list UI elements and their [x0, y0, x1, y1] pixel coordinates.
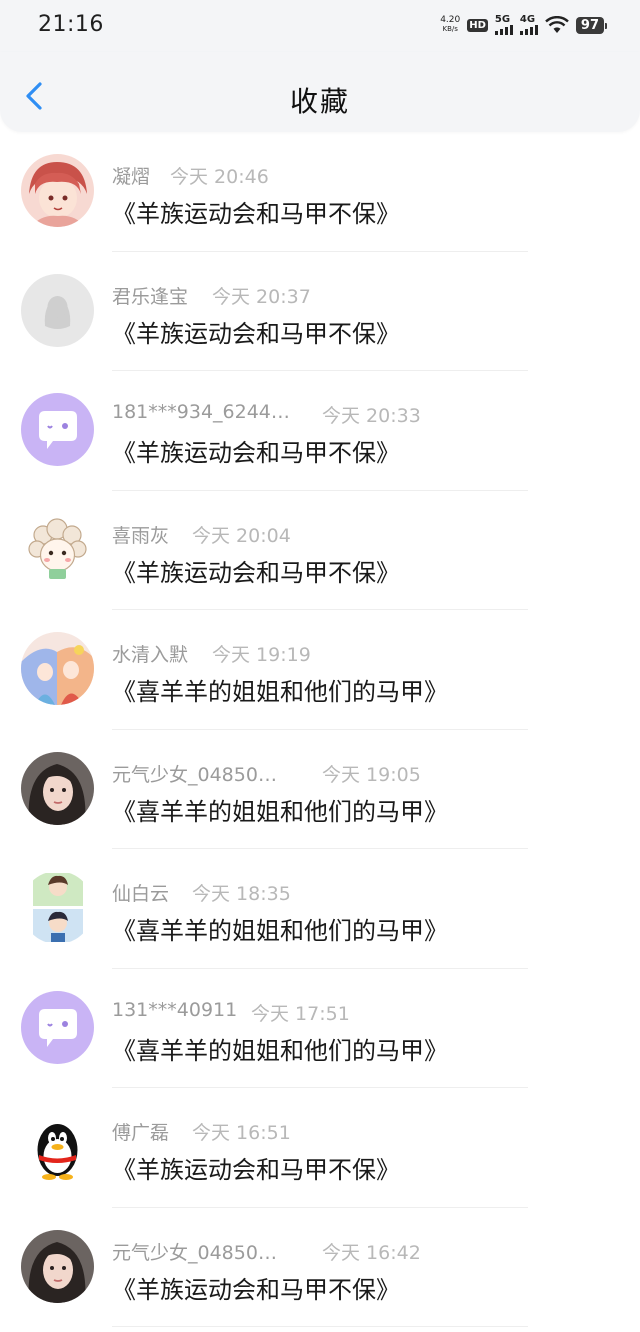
hd-icon: HD: [467, 18, 488, 32]
timestamp: 今天 17:51: [251, 1002, 350, 1025]
favorite-item[interactable]: 凝熠 今天 20:46 《羊族运动会和马甲不保》: [0, 132, 640, 252]
favorite-item[interactable]: 喜雨灰 今天 20:04 《羊族运动会和马甲不保》: [0, 491, 640, 610]
network-speed: 4.20 KB/s: [440, 16, 460, 34]
sender-name: 181***934_6244…: [112, 401, 290, 423]
signal-bars-icon: [494, 25, 513, 35]
favorite-content: 《羊族运动会和马甲不保》: [112, 200, 400, 228]
favorite-content: 《羊族运动会和马甲不保》: [112, 558, 400, 587]
network-speed-value: 4.20: [440, 15, 461, 25]
timestamp: 今天 19:05: [322, 763, 421, 786]
favorite-item[interactable]: 元气少女_04850… 今天 16:42 《羊族运动会和马甲不保》: [0, 1208, 640, 1327]
timestamp: 今天 19:19: [212, 644, 311, 666]
avatar[interactable]: [21, 154, 94, 227]
avatar[interactable]: [21, 990, 94, 1064]
favorite-item[interactable]: 仙白云 今天 18:35 《喜羊羊的姐姐和他们的马甲》: [0, 849, 640, 969]
favorite-item[interactable]: 元气少女_04850… 今天 19:05 《喜羊羊的姐姐和他们的马甲》: [0, 730, 640, 849]
favorite-content: 《羊族运动会和马甲不保》: [112, 1275, 400, 1304]
page-title: 收藏: [289, 85, 350, 118]
status-time: 21:16: [38, 12, 104, 37]
signal-4g-icon: 4G: [519, 14, 538, 35]
favorite-content: 《羊族运动会和马甲不保》: [112, 319, 400, 348]
header-bar: 收藏: [0, 52, 640, 132]
sender-name: 水清入默: [112, 644, 189, 666]
sender-name: 131***40911: [112, 998, 238, 1021]
avatar[interactable]: [21, 632, 94, 705]
divider: [112, 1326, 528, 1327]
sender-name: 喜雨灰: [112, 524, 170, 547]
sender-name: 凝熠: [112, 166, 151, 188]
sender-name: 傅广磊: [112, 1122, 170, 1144]
timestamp: 今天 18:35: [192, 883, 291, 905]
avatar[interactable]: [21, 1110, 94, 1183]
status-indicators: 4.20 KB/s HD 5G 4G 97: [440, 12, 608, 38]
signal-4g-label: 4G: [519, 14, 536, 25]
avatar[interactable]: [21, 751, 94, 825]
timestamp: 今天 20:46: [170, 166, 269, 188]
favorite-item[interactable]: 131***40911 今天 17:51 《喜羊羊的姐姐和他们的马甲》: [0, 969, 640, 1088]
favorite-content: 《喜羊羊的姐姐和他们的马甲》: [112, 678, 448, 706]
favorite-content: 《喜羊羊的姐姐和他们的马甲》: [112, 797, 448, 826]
timestamp: 今天 16:42: [322, 1241, 421, 1264]
timestamp: 今天 16:51: [192, 1122, 291, 1144]
wifi-icon: [545, 16, 569, 33]
timestamp: 今天 20:37: [212, 285, 311, 308]
status-bar: 21:16 4.20 KB/s HD 5G 4G 97: [0, 0, 640, 52]
sender-name: 元气少女_04850…: [112, 763, 277, 786]
signal-5g-label: 5G: [494, 14, 511, 25]
favorite-content: 《喜羊羊的姐姐和他们的马甲》: [112, 1036, 448, 1065]
sender-name: 仙白云: [112, 883, 170, 905]
avatar[interactable]: [21, 1229, 94, 1303]
favorite-item[interactable]: 傅广磊 今天 16:51 《羊族运动会和马甲不保》: [0, 1088, 640, 1208]
sender-name: 元气少女_04850…: [112, 1241, 277, 1264]
avatar[interactable]: [21, 393, 94, 466]
favorite-content: 《羊族运动会和马甲不保》: [112, 1156, 400, 1184]
signal-bars-icon: [519, 25, 538, 35]
favorite-item[interactable]: 181***934_6244… 今天 20:33 《羊族运动会和马甲不保》: [0, 371, 640, 491]
favorite-content: 《喜羊羊的姐姐和他们的马甲》: [112, 917, 448, 945]
favorite-content: 《羊族运动会和马甲不保》: [112, 439, 400, 467]
favorite-item[interactable]: 君乐逢宝 今天 20:37 《羊族运动会和马甲不保》: [0, 252, 640, 371]
timestamp: 今天 20:33: [322, 405, 421, 427]
timestamp: 今天 20:04: [192, 524, 291, 547]
avatar[interactable]: [21, 871, 94, 944]
favorite-item[interactable]: 水清入默 今天 19:19 《喜羊羊的姐姐和他们的马甲》: [0, 610, 640, 730]
battery-icon: 97: [575, 16, 608, 34]
favorites-list: 凝熠 今天 20:46 《羊族运动会和马甲不保》 君乐逢宝 今天 20:37 《羊族运动…: [0, 132, 640, 1327]
avatar[interactable]: [21, 273, 94, 347]
avatar[interactable]: [21, 512, 94, 586]
sender-name: 君乐逢宝: [112, 285, 189, 308]
network-speed-unit: KB/s: [442, 25, 458, 33]
signal-5g-icon: 5G: [494, 14, 513, 35]
